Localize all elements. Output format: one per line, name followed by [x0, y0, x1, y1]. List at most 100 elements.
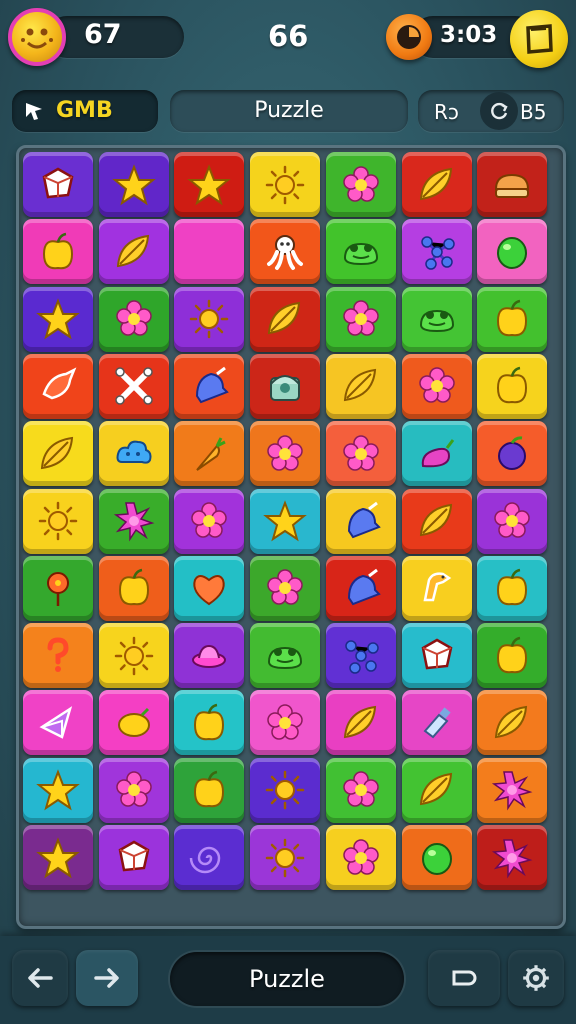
tile-r7-c7[interactable] — [477, 555, 548, 621]
tile-r8-c5[interactable] — [325, 623, 396, 689]
tile-r2-c5[interactable] — [325, 219, 396, 285]
frog-icon — [419, 310, 454, 333]
tile-r3-c6[interactable] — [401, 286, 472, 352]
tile-r3-c4[interactable] — [250, 286, 321, 352]
mode-label: Puzzle — [254, 98, 324, 123]
tile-r3-c3[interactable] — [174, 286, 245, 352]
coin-icon[interactable] — [8, 8, 66, 66]
bread-icon — [495, 173, 530, 198]
chest-icon — [270, 375, 301, 402]
frog-icon — [343, 242, 378, 265]
tile-r11-c7[interactable] — [477, 825, 548, 890]
tile-r5-c1[interactable] — [23, 421, 93, 487]
tile-r4-c3[interactable] — [174, 353, 245, 419]
cloud-icon — [116, 440, 152, 464]
burst-icon — [113, 502, 155, 542]
gem-icon — [42, 167, 74, 198]
tile-r4-c1[interactable] — [23, 353, 93, 419]
tile-r11-c5[interactable] — [325, 825, 396, 890]
tile-r8-c1[interactable] — [23, 623, 93, 689]
tile-r6-c2[interactable] — [98, 488, 169, 554]
tile-r2-c4[interactable] — [250, 219, 321, 285]
tile-r3-c2[interactable] — [98, 286, 169, 352]
tile-r3-c1[interactable] — [23, 286, 93, 352]
tile-r4-c2[interactable] — [98, 353, 169, 419]
tile-r4-c4[interactable] — [250, 353, 321, 419]
back-button[interactable] — [12, 950, 68, 1006]
tile-r10-c3[interactable] — [174, 757, 245, 823]
tile-r7-c3[interactable] — [174, 555, 245, 621]
tile-r7-c5[interactable] — [325, 555, 396, 621]
pepper-icon — [421, 438, 454, 467]
tile-r1-c3[interactable] — [174, 152, 245, 217]
map-icon[interactable] — [510, 10, 568, 68]
bell-icon — [196, 367, 230, 404]
tile-r11-c6[interactable] — [401, 825, 472, 890]
leaf-icon — [419, 167, 452, 200]
flower-icon — [418, 367, 455, 404]
forward-button[interactable] — [76, 950, 138, 1006]
tile-r9-c1[interactable] — [23, 690, 93, 756]
tile-r11-c2[interactable] — [98, 825, 169, 890]
tile-r3-c7[interactable] — [477, 286, 548, 352]
tile-r1-c1[interactable] — [23, 152, 93, 217]
tile-r1-c2[interactable] — [98, 152, 169, 217]
tile-r5-c6[interactable] — [401, 421, 472, 487]
tile-r1-c7[interactable] — [477, 152, 548, 217]
tile-r2-c2[interactable] — [98, 219, 169, 285]
settings-button[interactable] — [508, 950, 564, 1006]
tile-r9-c2[interactable] — [98, 690, 169, 756]
leaf-icon — [419, 503, 452, 537]
tile-r2-c6[interactable] — [401, 219, 472, 285]
leaf-icon — [268, 301, 301, 335]
apple-icon — [118, 569, 149, 606]
tile-r6-c7[interactable] — [477, 488, 548, 554]
tile-r6-c5[interactable] — [325, 488, 396, 554]
tile-r5-c7[interactable] — [477, 421, 548, 487]
tile-r10-c5[interactable] — [325, 757, 396, 823]
tile-r10-c7[interactable] — [477, 757, 548, 823]
tile-r3-c5[interactable] — [325, 286, 396, 352]
tile-r11-c1[interactable] — [23, 825, 93, 890]
tile-r7-c6[interactable] — [401, 555, 472, 621]
tile-r2-c1[interactable] — [23, 219, 93, 285]
tile-r1-c4[interactable] — [250, 152, 321, 217]
tile-r2-c3[interactable] — [174, 219, 245, 285]
tile-r6-c3[interactable] — [174, 488, 245, 554]
tile-r10-c2[interactable] — [98, 757, 169, 823]
tile-r6-c4[interactable] — [250, 488, 321, 554]
tile-r7-c4[interactable] — [250, 555, 321, 621]
tile-r5-c4[interactable] — [250, 421, 321, 487]
lime-icon — [497, 236, 528, 269]
tile-r4-c5[interactable] — [325, 353, 396, 419]
tile-r11-c4[interactable] — [250, 825, 321, 890]
flower-icon — [343, 838, 379, 875]
tile-r2-c7[interactable] — [477, 219, 548, 285]
tile-r9-c7[interactable] — [477, 690, 548, 756]
tile-r5-c3[interactable] — [174, 421, 245, 487]
tile-r9-c6[interactable] — [401, 690, 472, 756]
tile-r7-c2[interactable] — [98, 555, 169, 621]
tile-r6-c1[interactable] — [23, 488, 93, 554]
tile-r7-c1[interactable] — [23, 555, 93, 621]
tile-r4-c7[interactable] — [477, 353, 548, 419]
tile-r9-c3[interactable] — [174, 690, 245, 756]
tile-r10-c4[interactable] — [250, 757, 321, 823]
tile-r10-c6[interactable] — [401, 757, 472, 823]
tile-r11-c3[interactable] — [174, 825, 245, 890]
tile-r1-c5[interactable] — [325, 152, 396, 217]
tile-r4-c6[interactable] — [401, 353, 472, 419]
tile-r8-c6[interactable] — [401, 623, 472, 689]
tile-r8-c7[interactable] — [477, 623, 548, 689]
tile-r6-c6[interactable] — [401, 488, 472, 554]
tile-r9-c5[interactable] — [325, 690, 396, 756]
tile-r5-c2[interactable] — [98, 421, 169, 487]
tile-r8-c2[interactable] — [98, 623, 169, 689]
tile-r1-c6[interactable] — [401, 152, 472, 217]
toggle-button[interactable] — [428, 950, 500, 1006]
tile-r8-c3[interactable] — [174, 623, 245, 689]
tile-r8-c4[interactable] — [250, 623, 321, 689]
tile-r5-c5[interactable] — [325, 421, 396, 487]
tile-r10-c1[interactable] — [23, 757, 93, 823]
tile-r9-c4[interactable] — [250, 690, 321, 756]
